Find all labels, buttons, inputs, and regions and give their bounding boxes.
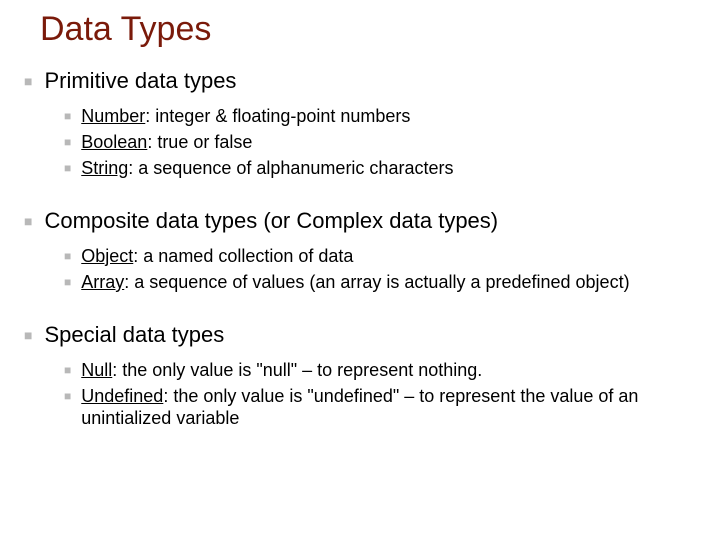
square-bullet-icon: ■ [64,157,71,179]
square-bullet-icon: ■ [64,131,71,153]
item-term: Null [81,360,112,380]
section-heading: Special data types [44,321,224,349]
slide: Data Types ■ Primitive data types ■ Numb… [0,0,720,540]
item-desc: : a sequence of alphanumeric characters [128,158,453,178]
list-item: ■ Null: the only value is "null" – to re… [64,359,690,381]
list-item: ■ Undefined: the only value is "undefine… [64,385,690,429]
square-bullet-icon: ■ [24,67,32,95]
section-items: ■ Null: the only value is "null" – to re… [64,359,690,429]
section-primitive: ■ Primitive data types ■ Number: integer… [30,67,690,179]
list-item: ■ String: a sequence of alphanumeric cha… [64,157,690,179]
list-item: ■ Boolean: true or false [64,131,690,153]
section-heading-row: ■ Primitive data types [24,67,690,95]
list-item: ■ Number: integer & floating-point numbe… [64,105,690,127]
item-desc: : a sequence of values (an array is actu… [124,272,629,292]
item-term: Boolean [81,132,147,152]
item-term: Object [81,246,133,266]
item-desc: : a named collection of data [133,246,353,266]
section-heading: Composite data types (or Complex data ty… [44,207,498,235]
item-text: Array: a sequence of values (an array is… [81,271,629,293]
item-text: Null: the only value is "null" – to repr… [81,359,482,381]
item-text: Object: a named collection of data [81,245,353,267]
item-term: Undefined [81,386,163,406]
square-bullet-icon: ■ [64,245,71,267]
item-text: Boolean: true or false [81,131,252,153]
square-bullet-icon: ■ [24,207,32,235]
section-composite: ■ Composite data types (or Complex data … [30,207,690,293]
section-items: ■ Number: integer & floating-point numbe… [64,105,690,179]
square-bullet-icon: ■ [64,105,71,127]
item-term: Array [81,272,124,292]
item-term: Number [81,106,145,126]
section-heading-row: ■ Composite data types (or Complex data … [24,207,690,235]
section-heading-row: ■ Special data types [24,321,690,349]
item-term: String [81,158,128,178]
item-desc: : true or false [147,132,252,152]
item-desc: : the only value is "undefined" – to rep… [81,386,638,428]
list-item: ■ Object: a named collection of data [64,245,690,267]
item-text: String: a sequence of alphanumeric chara… [81,157,453,179]
list-item: ■ Array: a sequence of values (an array … [64,271,690,293]
section-special: ■ Special data types ■ Null: the only va… [30,321,690,429]
section-heading: Primitive data types [44,67,236,95]
square-bullet-icon: ■ [64,271,71,293]
item-text: Number: integer & floating-point numbers [81,105,410,127]
item-desc: : the only value is "null" – to represen… [112,360,482,380]
section-items: ■ Object: a named collection of data ■ A… [64,245,690,293]
square-bullet-icon: ■ [24,321,32,349]
square-bullet-icon: ■ [64,385,71,407]
square-bullet-icon: ■ [64,359,71,381]
item-desc: : integer & floating-point numbers [145,106,410,126]
item-text: Undefined: the only value is "undefined"… [81,385,671,429]
slide-title: Data Types [40,10,690,49]
